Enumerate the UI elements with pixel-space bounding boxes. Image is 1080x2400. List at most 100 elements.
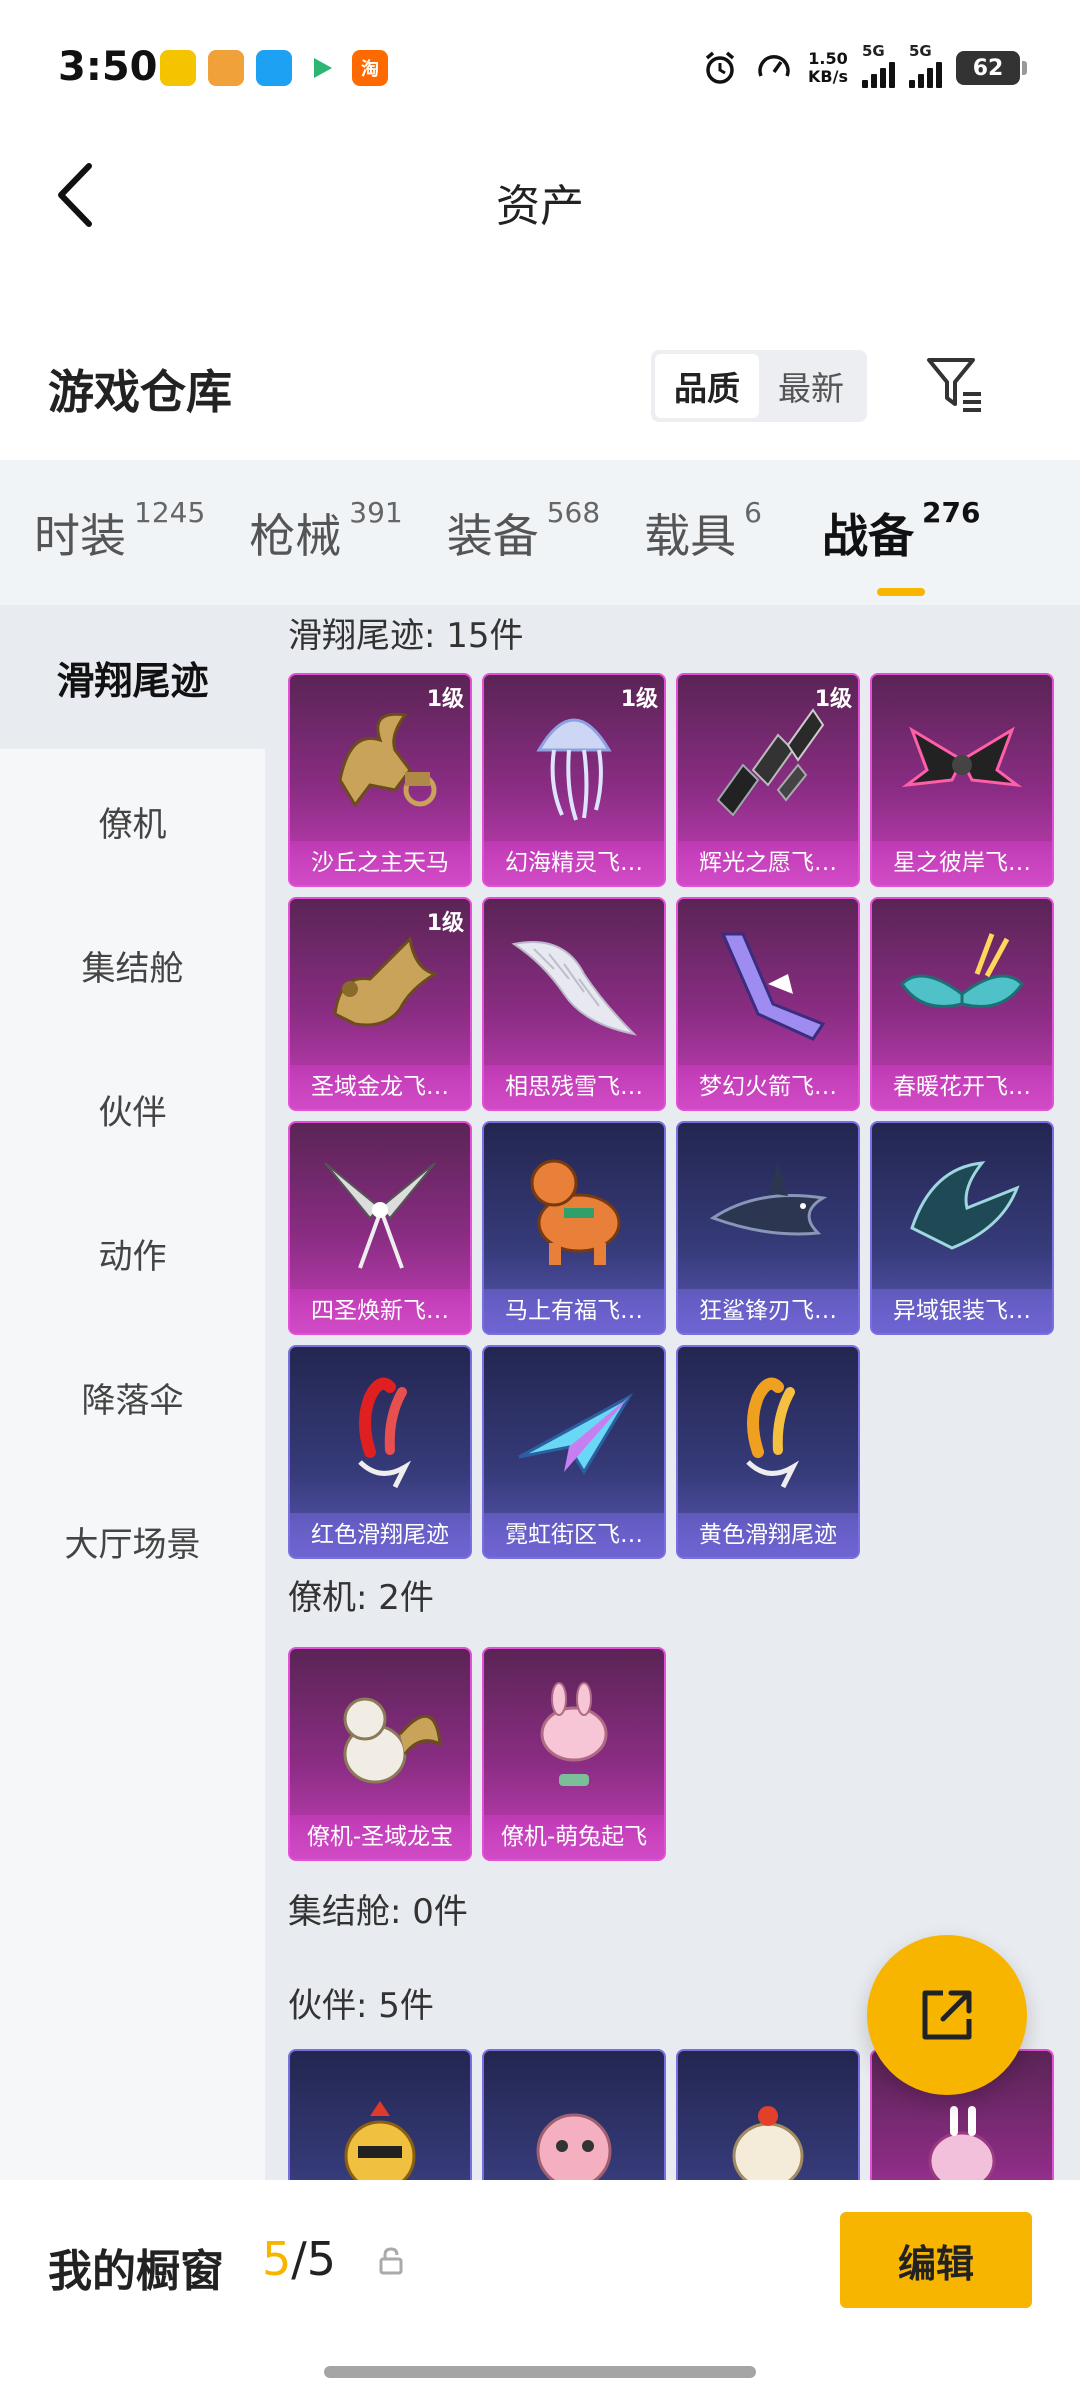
tab-guns[interactable]: 枪械 391 — [249, 496, 402, 566]
item-card[interactable]: 1级 沙丘之主天马 — [288, 673, 472, 887]
showcase-label: 我的橱窗 — [48, 2246, 224, 2297]
tab-count: 391 — [349, 495, 403, 529]
item-card[interactable]: 狂鲨锋刃飞… — [676, 1121, 860, 1335]
home-indicator[interactable] — [324, 2366, 756, 2378]
warehouse-bar: 游戏仓库 品质 最新 — [0, 320, 1080, 460]
item-name: 僚机-萌兔起飞 — [484, 1815, 664, 1859]
butterfly-wing-icon — [872, 899, 1052, 1069]
tab-label: 时装 — [34, 508, 126, 563]
lock-icon — [379, 2247, 403, 2275]
item-name: 星之彼岸飞… — [872, 841, 1052, 885]
item-card[interactable]: 僚机-圣域龙宝 — [288, 1647, 472, 1861]
speed-value: 1.50 — [808, 49, 848, 68]
tab-equipment[interactable]: 装备 568 — [446, 496, 600, 566]
item-level: 1级 — [814, 687, 852, 712]
item-card[interactable]: 1级 辉光之愿飞… — [676, 673, 860, 887]
app-notification-icon — [160, 50, 196, 86]
glide-grid: 1级 沙丘之主天马 1级 幻海精灵飞… 1级 辉光之愿飞… 星之彼岸飞… 1级 … — [288, 673, 1080, 1559]
page-title: 资产 — [496, 181, 584, 232]
sidebar-item-partner[interactable]: 伙伴 — [0, 1037, 265, 1181]
status-time: 3:50 — [58, 44, 158, 90]
item-level: 1级 — [426, 687, 464, 712]
browser-icon — [256, 50, 292, 86]
sidebar-item-lobby-scene[interactable]: 大厅场景 — [0, 1469, 265, 1613]
showcase-current: 5 — [262, 2232, 292, 2286]
item-name: 黄色滑翔尾迹 — [678, 1513, 858, 1557]
item-card[interactable]: 霓虹街区飞… — [482, 1345, 666, 1559]
yellow-smoke-icon — [678, 1347, 858, 1517]
item-card[interactable]: 黄色滑翔尾迹 — [676, 1345, 860, 1559]
dark-wing-icon — [872, 675, 1052, 845]
filter-icon — [927, 358, 981, 412]
tab-label: 战备 — [822, 508, 914, 563]
item-card[interactable]: 1级 幻海精灵飞… — [482, 673, 666, 887]
tab-count: 6 — [744, 495, 762, 529]
alarm-icon — [700, 48, 740, 88]
item-name: 四圣焕新飞… — [290, 1289, 470, 1333]
drone-grid: 僚机-圣域龙宝 僚机-萌兔起飞 — [288, 1647, 1080, 1861]
tab-vehicles[interactable]: 载具 6 — [644, 496, 762, 566]
status-right: 1.50 KB/s 5G 5G 62 — [700, 42, 1027, 88]
sort-by-newest[interactable]: 最新 — [759, 354, 863, 418]
tab-battle-gear[interactable]: 战备 276 — [822, 496, 980, 596]
pink-bird-partner-icon — [484, 2051, 664, 2180]
filter-button[interactable] — [920, 348, 990, 420]
battery-icon: 62 — [956, 51, 1027, 85]
sidebar-item-glide-trail[interactable]: 滑翔尾迹 — [0, 605, 265, 749]
external-link-icon — [922, 1990, 972, 2040]
item-card[interactable]: 春暖花开飞… — [870, 897, 1054, 1111]
section-title-glide: 滑翔尾迹: 15件 — [288, 616, 524, 656]
toy-horse-icon — [484, 1123, 664, 1293]
item-card[interactable]: 四圣焕新飞… — [288, 1121, 472, 1335]
item-card[interactable]: 星之彼岸飞… — [870, 673, 1054, 887]
item-level: 1级 — [620, 687, 658, 712]
taobao-icon: 淘 — [352, 50, 388, 86]
sidebar-item-capsule[interactable]: 集结舱 — [0, 893, 265, 1037]
tab-count: 276 — [922, 495, 981, 529]
tab-count: 1245 — [134, 495, 206, 529]
red-smoke-icon — [290, 1347, 470, 1517]
item-name: 沙丘之主天马 — [290, 841, 470, 885]
item-card[interactable] — [482, 2049, 666, 2180]
neon-paper-plane-icon — [484, 1347, 664, 1517]
network-type-1: 5G — [862, 42, 885, 60]
sidebar: 滑翔尾迹 僚机 集结舱 伙伴 动作 降落伞 大厅场景 — [0, 605, 265, 2180]
item-name: 僚机-圣域龙宝 — [290, 1815, 470, 1859]
item-card[interactable] — [676, 2049, 860, 2180]
egg-partner-icon — [678, 2051, 858, 2180]
item-card[interactable]: 异域银装飞… — [870, 1121, 1054, 1335]
section-title-drone: 僚机: 2件 — [288, 1578, 434, 1618]
sidebar-item-emote[interactable]: 动作 — [0, 1181, 265, 1325]
item-card[interactable]: 僚机-萌兔起飞 — [482, 1647, 666, 1861]
tab-fashion[interactable]: 时装 1245 — [34, 496, 205, 566]
status-bar: 3:50 淘 1.50 KB/s 5G 5G 62 — [0, 0, 1080, 140]
signal-2-icon: 5G — [909, 42, 942, 88]
baby-dragon-icon — [290, 1649, 470, 1819]
section-title-capsule: 集结舱: 0件 — [288, 1892, 468, 1932]
item-card[interactable]: 相思残雪飞… — [482, 897, 666, 1111]
speedometer-icon — [754, 48, 794, 88]
category-tabs: 时装 1245 枪械 391 装备 568 载具 6 战备 276 — [0, 460, 1080, 605]
item-name: 幻海精灵飞… — [484, 841, 664, 885]
item-card[interactable]: 红色滑翔尾迹 — [288, 1345, 472, 1559]
share-fab-button[interactable] — [867, 1935, 1027, 2095]
chicken-partner-icon — [290, 2051, 470, 2180]
item-card[interactable] — [288, 2049, 472, 2180]
sort-by-quality[interactable]: 品质 — [655, 354, 759, 418]
app-header: 资产 — [0, 140, 1080, 260]
item-card[interactable]: 梦幻火箭飞… — [676, 897, 860, 1111]
sidebar-item-parachute[interactable]: 降落伞 — [0, 1325, 265, 1469]
item-name: 狂鲨锋刃飞… — [678, 1289, 858, 1333]
speed-unit: KB/s — [808, 67, 848, 86]
sidebar-item-drone[interactable]: 僚机 — [0, 749, 265, 893]
showcase-separator: / — [291, 2232, 307, 2286]
showcase-total: 5 — [306, 2232, 337, 2286]
item-card[interactable]: 马上有福飞… — [482, 1121, 666, 1335]
weibo-icon — [208, 50, 244, 86]
edit-button[interactable]: 编辑 — [840, 2212, 1032, 2308]
showcase-count: 5/5 — [262, 2232, 336, 2286]
item-name: 异域银装飞… — [872, 1289, 1052, 1333]
bunny-drone-icon — [484, 1649, 664, 1819]
item-card[interactable]: 1级 圣域金龙飞… — [288, 897, 472, 1111]
tab-label: 装备 — [446, 508, 539, 563]
